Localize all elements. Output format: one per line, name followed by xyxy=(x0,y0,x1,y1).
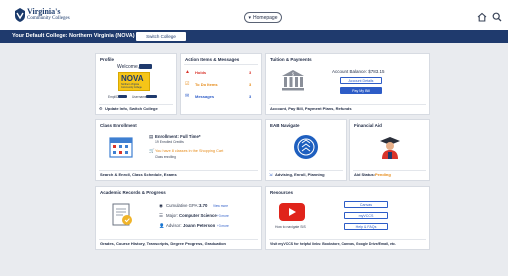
gpa-label: Cumulative GPA: xyxy=(166,203,199,208)
search-icon[interactable] xyxy=(491,11,503,23)
bank-icon: $ xyxy=(282,70,304,91)
gpa-value: 3.70 xyxy=(199,203,208,208)
resources-card: Resources How to navigate SIS Canvas myV… xyxy=(265,186,430,250)
account-balance: Account Balance: $783.15 xyxy=(332,69,385,74)
play-icon xyxy=(289,208,296,216)
advisor-value: Joann Peterson xyxy=(183,223,216,228)
messages-label: Messages xyxy=(195,94,215,99)
logo-mark-icon xyxy=(15,8,25,22)
advisor-label: Advisor: xyxy=(166,223,182,228)
gpa-link[interactable]: View more xyxy=(213,204,228,208)
nova-logo: NOVA Northern Virginia Community College xyxy=(118,72,150,91)
svg-text:$: $ xyxy=(292,72,295,77)
divider xyxy=(99,239,258,240)
home-icon[interactable] xyxy=(476,11,488,23)
message-icon: ✉ xyxy=(185,93,190,99)
gear-icon: ⚙ xyxy=(99,106,103,111)
myvccs-link-button[interactable]: myVCCS xyxy=(344,212,388,219)
action-items-header: Action Items & Messages xyxy=(185,57,240,62)
nova-logo-subtext: Northern Virginia Community College xyxy=(121,83,142,89)
tuition-card[interactable]: Tuition & Payments $ Account Balance: $7… xyxy=(265,53,430,115)
todo-row[interactable]: ☑ To Do Items 3 xyxy=(185,82,259,90)
tuition-header: Tuition & Payments xyxy=(270,57,312,62)
redacted-username xyxy=(146,95,157,98)
todo-label: To Do Items xyxy=(195,82,218,87)
profile-footer[interactable]: Update Info, Switch College xyxy=(105,106,158,111)
holds-label: Holds xyxy=(195,70,207,75)
academic-footer[interactable]: Grades, Course History, Transcripts, Deg… xyxy=(100,241,226,246)
gpa-icon: ◉ xyxy=(159,203,163,208)
holds-count: 3 xyxy=(249,70,252,75)
switch-college-button[interactable]: Switch College xyxy=(136,32,186,41)
eab-navigate-card[interactable]: EAB Navigate ⇲ Advising, Enroll, Plannin… xyxy=(265,119,347,181)
enrollment-footer[interactable]: Search & Enroll, Class Schedule, Exams xyxy=(100,172,177,177)
warning-icon: ▲ xyxy=(185,69,190,75)
redacted-emplid xyxy=(118,95,127,98)
major-link[interactable]: +3 more xyxy=(217,214,229,218)
default-college-text: Your Default College: Northern Virginia … xyxy=(12,33,135,39)
vccs-logo[interactable]: Virginia's Community Colleges xyxy=(14,6,74,26)
help-faqs-button[interactable]: Help & FAQs xyxy=(344,223,388,230)
aid-status-label: Aid Status: xyxy=(354,172,376,177)
messages-row[interactable]: ✉ Messages 3 xyxy=(185,94,259,102)
link-icon: ⇲ xyxy=(269,172,273,177)
navigate-icon xyxy=(294,135,318,159)
account-details-button[interactable]: Account Details xyxy=(340,77,382,84)
college-bar: Your Default College: Northern Virginia … xyxy=(0,30,508,43)
enrollment-icon: ▤ xyxy=(149,134,154,139)
major-value: Computer Science xyxy=(179,213,217,218)
redacted-name xyxy=(139,64,152,69)
cart-icon: 🛒 xyxy=(149,148,155,153)
academic-header: Academic Records & Progress xyxy=(100,190,166,195)
shopping-cart-text[interactable]: You have 8 classes in the Shopping Cart xyxy=(155,149,223,153)
calendar-icon xyxy=(109,137,133,158)
video-play-icon[interactable] xyxy=(279,203,305,221)
chevron-down-icon: ▾ xyxy=(248,14,252,21)
nova-logo-text: NOVA xyxy=(121,74,144,83)
holds-row[interactable]: ▲ Holds 3 xyxy=(185,70,259,78)
aid-status-value: Pending xyxy=(375,172,391,177)
divider xyxy=(269,104,426,105)
graduate-icon xyxy=(380,137,400,159)
messages-count: 3 xyxy=(249,94,252,99)
action-items-card: Action Items & Messages ▲ Holds 3 ☑ To D… xyxy=(180,53,262,115)
checklist-icon: ☑ xyxy=(185,81,190,87)
cart-subtext: Class enrolling xyxy=(155,155,176,159)
profile-card[interactable]: Profile Welcome, NOVA Northern Virginia … xyxy=(95,53,177,115)
academic-records-card[interactable]: Academic Records & Progress ◉ Cumulative… xyxy=(95,186,262,250)
divider xyxy=(99,104,173,105)
divider xyxy=(353,170,426,171)
finaid-header: Financial Aid xyxy=(354,123,382,128)
profile-header: Profile xyxy=(100,57,115,62)
advisor-link[interactable]: +3 more xyxy=(217,224,229,228)
divider xyxy=(184,64,258,65)
top-bar: Virginia's Community Colleges ▾ Homepage xyxy=(0,0,508,30)
enrollment-header: Class Enrollment xyxy=(100,123,137,128)
resources-footer[interactable]: Visit myVCCS for helpful links: Bookstor… xyxy=(270,242,396,246)
divider xyxy=(99,170,258,171)
major-icon: ☰ xyxy=(159,213,163,218)
logo-title: Virginia's xyxy=(27,7,61,16)
eab-header: EAB Navigate xyxy=(270,123,300,128)
advisor-icon: 👤 xyxy=(159,223,165,228)
major-label: Major: xyxy=(166,213,178,218)
homepage-dropdown[interactable]: ▾ Homepage xyxy=(244,12,282,23)
pay-my-bill-button[interactable]: Pay My Bill xyxy=(340,87,382,94)
financial-aid-card[interactable]: Financial Aid Aid Status: Pending xyxy=(349,119,430,181)
enrollment-status: Enrollment: Full Time* xyxy=(155,134,201,139)
tuition-footer[interactable]: Account, Pay Bill, Payment Plans, Refund… xyxy=(270,106,352,111)
todo-count: 3 xyxy=(249,82,252,87)
divider xyxy=(269,170,343,171)
resources-header: Resources xyxy=(270,190,294,195)
divider xyxy=(269,239,426,240)
document-icon xyxy=(112,203,132,226)
welcome-text: Welcome, xyxy=(117,64,140,70)
logo-subtitle: Community Colleges xyxy=(27,16,70,21)
canvas-link-button[interactable]: Canvas xyxy=(344,201,388,208)
class-enrollment-card[interactable]: Class Enrollment ▤ Enrollment: Full Time… xyxy=(95,119,262,181)
video-caption[interactable]: How to navigate SIS xyxy=(275,225,306,229)
enrolled-credits: 19 Enrolled Credits xyxy=(155,140,184,144)
homepage-label: Homepage xyxy=(253,14,278,21)
eab-footer[interactable]: Advising, Enroll, Planning xyxy=(275,172,325,177)
